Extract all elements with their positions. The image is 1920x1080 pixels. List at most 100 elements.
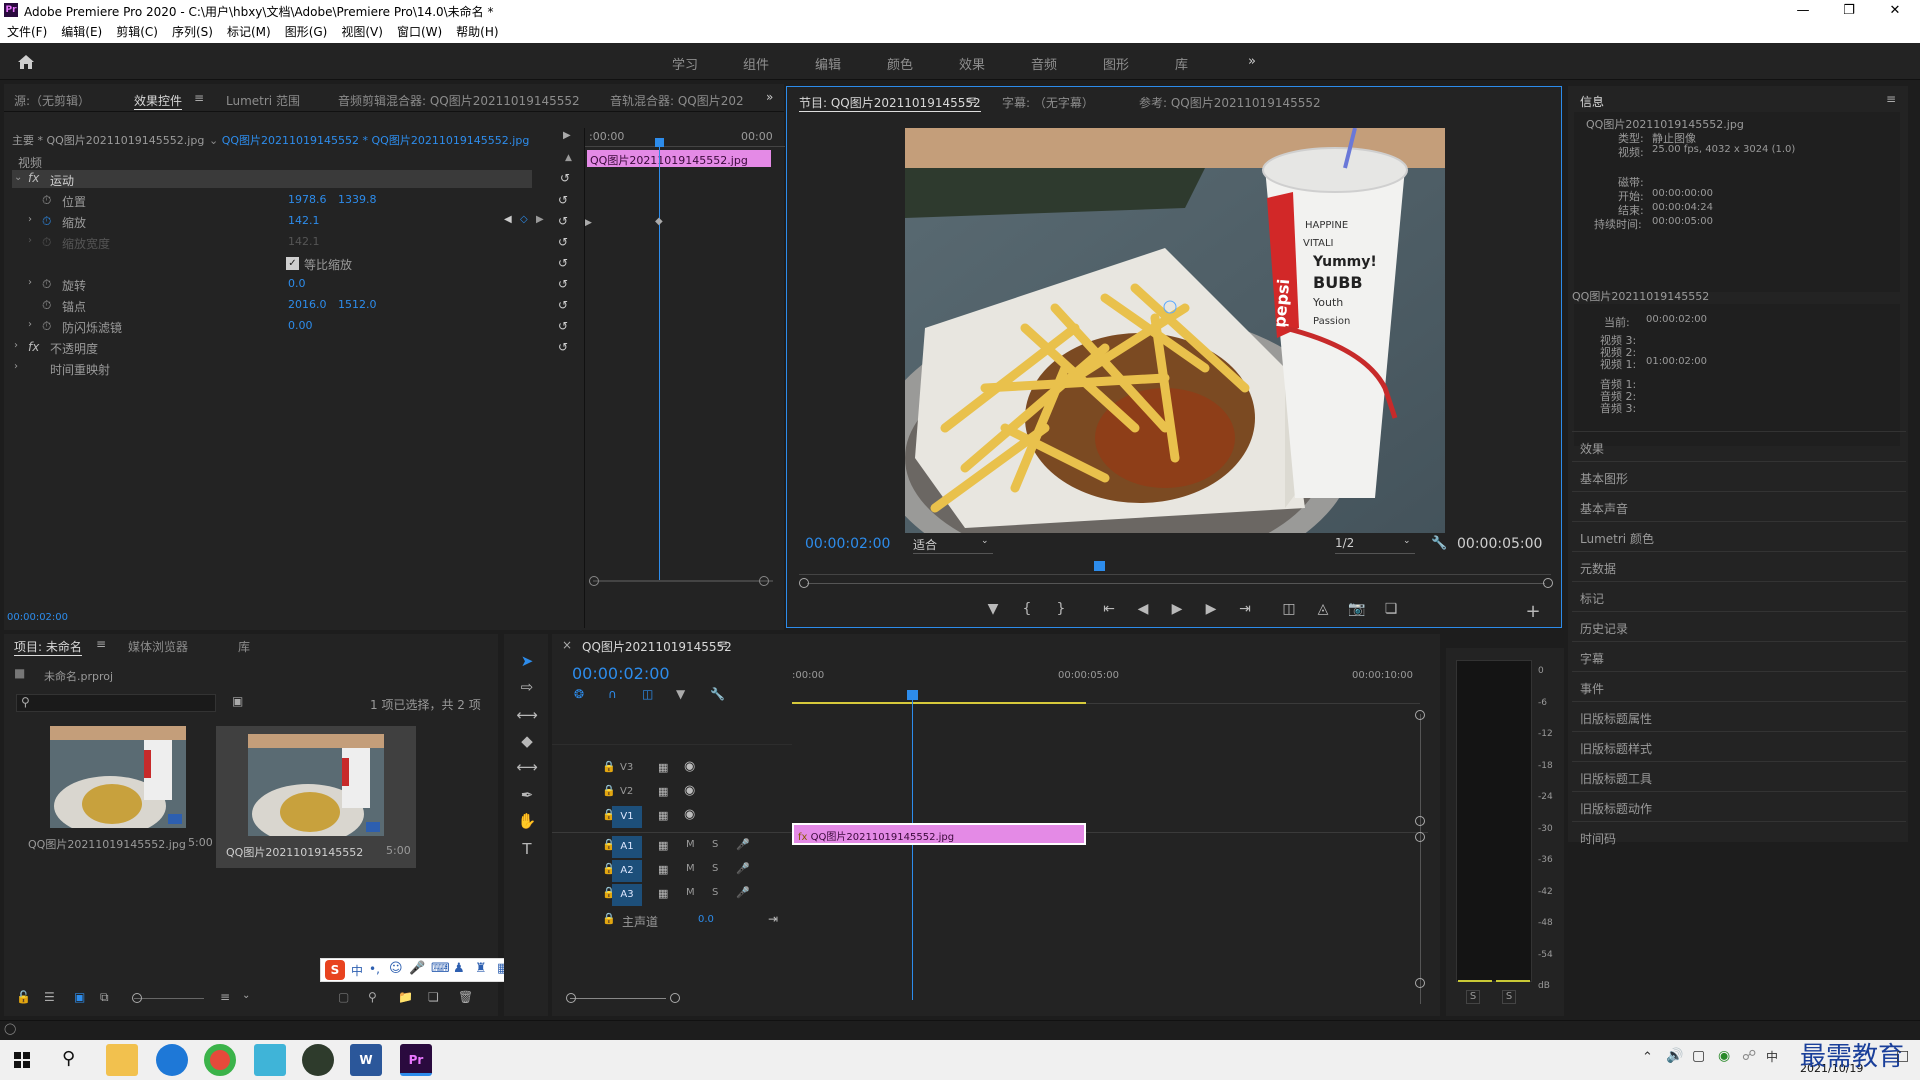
expand-arrow-icon[interactable]: ▶: [563, 130, 571, 141]
edge-icon[interactable]: [156, 1044, 188, 1076]
project-search-input[interactable]: ⚲: [16, 694, 216, 712]
panel-timecode[interactable]: 时间码: [1572, 821, 1906, 851]
user-icon[interactable]: ♟: [453, 961, 465, 976]
menu-edit[interactable]: 编辑(E): [54, 21, 109, 40]
go-to-end-icon[interactable]: ⇥: [768, 912, 778, 926]
mic-icon[interactable]: 🎤: [736, 862, 750, 875]
chevron-right-icon[interactable]: ›: [28, 319, 32, 330]
skin-icon[interactable]: ♜: [475, 961, 487, 976]
chevron-right-icon[interactable]: ›: [28, 214, 32, 225]
work-area-bar[interactable]: [792, 702, 1086, 704]
tab-program[interactable]: 节目: QQ图片20211019145552: [799, 94, 981, 112]
reset-opacity-icon[interactable]: ↺: [558, 340, 568, 354]
tab-captions[interactable]: 字幕: （无字幕）: [1002, 94, 1094, 111]
track-a2-label[interactable]: A2: [612, 860, 642, 882]
more-workspaces-icon[interactable]: »: [1248, 54, 1256, 69]
tab-lumetri-scopes[interactable]: Lumetri 范围: [226, 92, 300, 109]
timeline-hscroll[interactable]: [570, 998, 666, 999]
new-item-icon[interactable]: ❏: [428, 990, 439, 1004]
ime-mode-text[interactable]: 中: [351, 962, 363, 979]
chevron-down-icon[interactable]: ⌄: [14, 172, 22, 183]
panel-legacy-title-actions[interactable]: 旧版标题动作: [1572, 791, 1906, 821]
fit-dropdown[interactable]: 适合 ⌄: [913, 536, 993, 554]
stopwatch-icon[interactable]: ⏱: [42, 298, 51, 313]
track-v1-label[interactable]: V1: [612, 806, 642, 828]
reset-uniform-icon[interactable]: ↺: [558, 256, 568, 270]
program-playhead[interactable]: [1094, 561, 1105, 571]
sequence-clip-label[interactable]: ⌄ QQ图片20211019145552 * QQ图片2021101914555…: [209, 132, 529, 148]
step-back-icon[interactable]: ◀: [1133, 601, 1153, 617]
add-marker-icon[interactable]: ▼: [676, 687, 685, 701]
keyboard-icon[interactable]: ⌨: [431, 961, 450, 976]
tab-sequence[interactable]: QQ图片20211019145552: [582, 638, 732, 655]
mic-icon[interactable]: 🎤: [736, 886, 750, 899]
notification-icon[interactable]: □: [1896, 1048, 1909, 1064]
workspace-learn[interactable]: 学习: [672, 54, 698, 73]
mic-icon[interactable]: 🎤: [736, 838, 750, 851]
automate-sequence-icon[interactable]: ▢: [338, 990, 349, 1004]
tab-reference[interactable]: 参考: QQ图片20211019145552: [1139, 94, 1321, 111]
chevron-right-icon[interactable]: ›: [28, 277, 32, 288]
uniform-scale-checkbox[interactable]: ✓: [286, 257, 299, 270]
search-icon[interactable]: ⚲: [62, 1048, 75, 1069]
tray-chevron-icon[interactable]: ⌃: [1642, 1050, 1653, 1065]
solo-button[interactable]: S: [712, 863, 718, 874]
motion-effect-row[interactable]: ⌄ fx 运动: [12, 170, 532, 188]
solo-right-button[interactable]: S: [1502, 990, 1516, 1004]
timeline-settings-icon[interactable]: 🔧: [710, 687, 725, 701]
fx-icon[interactable]: fx: [28, 171, 39, 185]
add-keyframe-icon[interactable]: ◇: [520, 214, 528, 225]
eye-icon[interactable]: ◉: [684, 783, 695, 798]
file-explorer-icon[interactable]: [106, 1044, 138, 1076]
lock-icon[interactable]: 🔒: [602, 760, 616, 773]
program-menu-icon[interactable]: ≡: [967, 93, 977, 107]
tab-libraries[interactable]: 库: [238, 638, 250, 655]
add-marker-icon[interactable]: ▼: [983, 601, 1003, 617]
tab-menu-icon[interactable]: ≡: [194, 91, 204, 105]
mute-button[interactable]: M: [686, 839, 695, 850]
zoom-slider-handle[interactable]: [132, 993, 142, 1003]
razor-tool-icon[interactable]: ◆: [516, 730, 538, 752]
delete-icon[interactable]: 🗑: [458, 990, 473, 1004]
menu-graphics[interactable]: 图形(G): [278, 21, 335, 40]
anchor-x-value[interactable]: 2016.0: [288, 298, 327, 311]
master-volume-value[interactable]: 0.0: [698, 914, 714, 925]
maximize-button[interactable]: ❐: [1826, 0, 1872, 21]
menu-window[interactable]: 窗口(W): [390, 21, 449, 40]
menu-clip[interactable]: 剪辑(C): [109, 21, 165, 40]
track-v2-label[interactable]: V2: [620, 786, 633, 797]
mark-out-icon[interactable]: }: [1051, 601, 1071, 617]
new-bin-icon[interactable]: 📁: [398, 990, 413, 1004]
menu-help[interactable]: 帮助(H): [449, 21, 505, 40]
scale-value[interactable]: 142.1: [288, 214, 320, 227]
sync-lock-icon[interactable]: ▦: [658, 809, 668, 822]
windows-start-icon[interactable]: [14, 1052, 30, 1068]
close-button[interactable]: ✕: [1872, 0, 1918, 21]
sync-lock-icon[interactable]: ▦: [658, 863, 668, 876]
fx-icon[interactable]: fx: [28, 340, 39, 354]
sogou-logo-icon[interactable]: S: [325, 960, 345, 980]
panel-markers[interactable]: 标记: [1572, 581, 1906, 611]
sort-icon[interactable]: ≡: [220, 990, 230, 1004]
sync-lock-icon[interactable]: ▦: [658, 887, 668, 900]
track-a3-label[interactable]: A3: [612, 884, 642, 906]
scroll-up-icon[interactable]: ▲: [565, 153, 572, 163]
next-keyframe-icon[interactable]: ▶: [536, 214, 544, 225]
position-x-value[interactable]: 1978.6: [288, 193, 327, 206]
panel-metadata[interactable]: 元数据: [1572, 551, 1906, 581]
timeline-tc[interactable]: 00:00:02:00: [572, 664, 670, 683]
tab-audio-track-mixer[interactable]: 音轨混合器: QQ图片202: [610, 92, 744, 109]
workspace-effects[interactable]: 效果: [959, 54, 985, 73]
network-icon[interactable]: ☍: [1742, 1048, 1756, 1064]
linked-selection-icon[interactable]: ◫: [642, 687, 653, 701]
sync-lock-icon[interactable]: ▦: [658, 761, 668, 774]
play-icon[interactable]: ▶: [1167, 601, 1187, 617]
vscroll-handle-top[interactable]: [1415, 710, 1425, 720]
track-v3-label[interactable]: V3: [620, 762, 633, 773]
workspace-graphics[interactable]: 图形: [1103, 54, 1129, 73]
reset-motion-icon[interactable]: ↺: [560, 171, 570, 185]
display-icon[interactable]: ▢: [1692, 1048, 1705, 1064]
stopwatch-icon[interactable]: ⏱: [42, 319, 51, 334]
eye-icon[interactable]: ◉: [684, 807, 695, 822]
keyframe-icon[interactable]: ◆: [655, 216, 663, 227]
